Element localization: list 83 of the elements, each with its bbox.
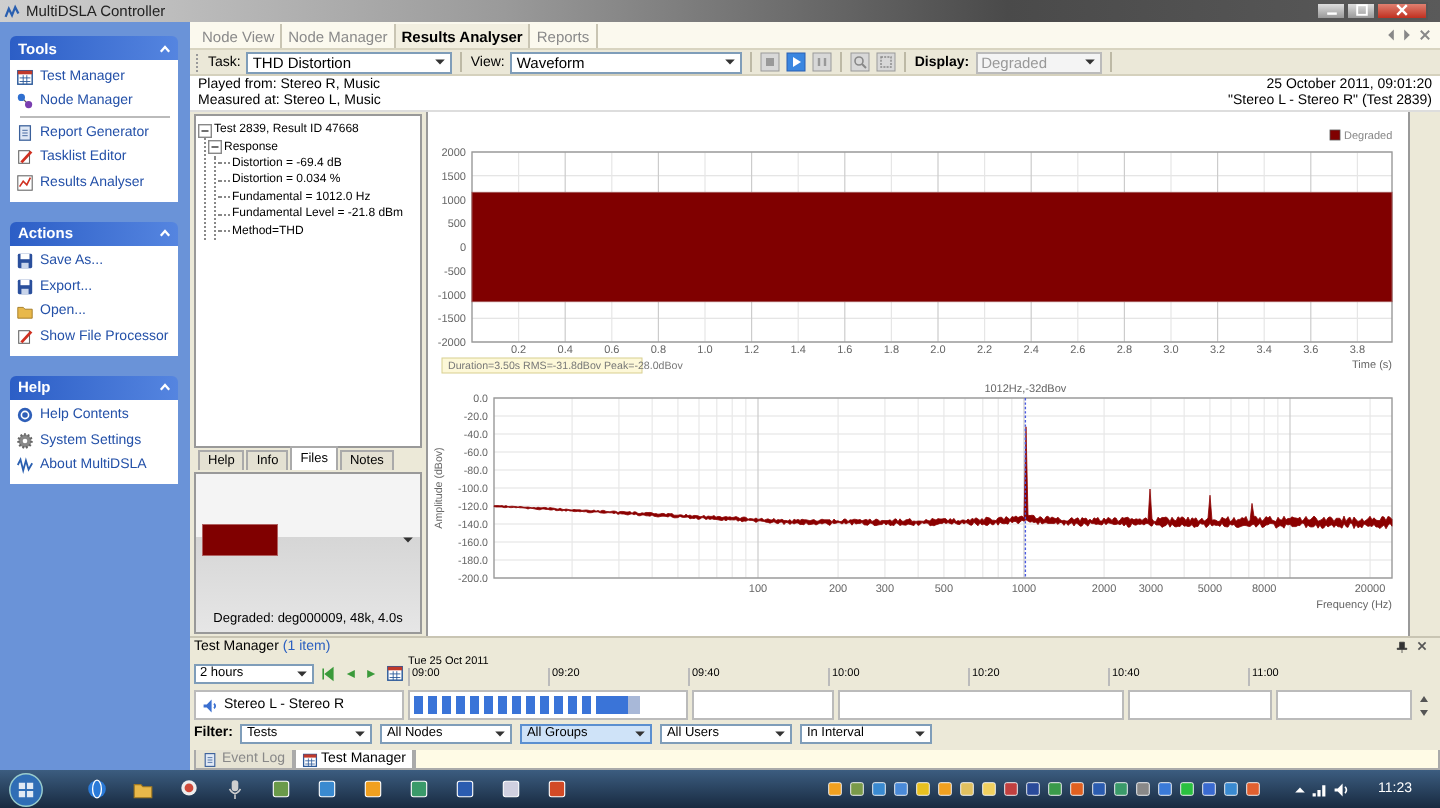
caret-icon [724, 58, 737, 66]
app-tile-icon[interactable] [1156, 780, 1174, 798]
magnifier-icon[interactable] [850, 52, 871, 72]
app-tile-icon[interactable] [1046, 780, 1064, 798]
app-tile-icon[interactable] [1134, 780, 1152, 798]
scroll-left-icon[interactable] [1386, 28, 1396, 42]
app-tile-icon[interactable] [1244, 780, 1262, 798]
app-tile-icon[interactable] [1112, 780, 1130, 798]
document-icon [202, 751, 218, 767]
pencil-icon [16, 327, 34, 346]
show-hidden-icon[interactable] [1294, 783, 1306, 795]
maximize-button[interactable] [1346, 1, 1376, 19]
app-tile-icon[interactable] [958, 780, 976, 798]
app-tile-icon[interactable] [1024, 780, 1042, 798]
chart-icon [16, 173, 34, 192]
app-tile-icon[interactable] [914, 780, 932, 798]
app-tile-icon[interactable] [870, 780, 888, 798]
app-tile-icon[interactable] [826, 780, 844, 798]
close-icon[interactable] [1416, 640, 1428, 652]
scroll-right-icon[interactable] [1402, 28, 1412, 42]
collapse-toggle[interactable] [198, 123, 212, 138]
app-icon [4, 3, 20, 19]
caret-icon [296, 669, 308, 677]
app-tile-icon[interactable] [892, 780, 910, 798]
app-tile-icon[interactable] [1200, 780, 1218, 798]
caret-icon [402, 536, 414, 544]
waveform-thumbnail [202, 524, 278, 556]
app-tile-icon[interactable] [408, 778, 430, 800]
app-tile-icon[interactable] [500, 778, 522, 800]
waveform-icon [16, 456, 34, 475]
folder-icon [16, 302, 34, 321]
right-arrow-icon[interactable] [364, 665, 380, 681]
play-icon[interactable] [786, 52, 807, 72]
pin-icon[interactable] [1396, 640, 1408, 654]
app-tile-icon[interactable] [1002, 780, 1020, 798]
pencil-icon [16, 148, 34, 167]
folder-icon[interactable] [132, 778, 154, 800]
app-tile-icon[interactable] [1068, 780, 1086, 798]
microphone-icon[interactable] [224, 778, 246, 800]
calendar-icon [301, 751, 318, 767]
first-page-icon[interactable] [320, 665, 336, 681]
app-tile-icon[interactable] [270, 778, 292, 800]
maximize-icon [1355, 4, 1367, 16]
signal-icon[interactable] [1310, 781, 1328, 797]
app-tile-icon[interactable] [1090, 780, 1108, 798]
close-button[interactable] [1376, 1, 1428, 19]
start-button[interactable] [8, 771, 44, 807]
app-tile-icon[interactable] [1178, 780, 1196, 798]
caret-icon [634, 729, 647, 737]
app-tile-icon[interactable] [848, 780, 866, 798]
timeline-cell [1276, 690, 1412, 720]
caret-icon [1083, 58, 1096, 66]
chat-icon[interactable] [178, 778, 200, 800]
timeline-cell [1128, 690, 1272, 720]
gear-icon [16, 431, 34, 450]
app-tile-icon[interactable] [1222, 780, 1240, 798]
collapse-toggle[interactable] [208, 140, 222, 155]
caret-icon [774, 729, 787, 737]
globe-icon[interactable] [86, 778, 108, 800]
app-tile-icon[interactable] [546, 778, 568, 800]
calendar-icon [16, 67, 34, 86]
help-icon [16, 406, 34, 425]
calendar-icon[interactable] [386, 664, 404, 682]
timeline-cell [692, 690, 834, 720]
caret-icon [914, 729, 927, 737]
document-icon [16, 123, 34, 142]
left-arrow-icon[interactable] [342, 665, 358, 681]
minimize-button[interactable] [1316, 1, 1346, 19]
close-icon [1396, 4, 1408, 16]
app-tile-icon[interactable] [454, 778, 476, 800]
speaker-icon[interactable] [1332, 781, 1350, 797]
speaker-icon [202, 697, 218, 713]
scroll-arrows-icon[interactable] [1418, 691, 1430, 719]
nodes-icon [16, 92, 34, 111]
app-tile-icon[interactable] [936, 780, 954, 798]
app-tile-icon[interactable] [362, 778, 384, 800]
app-tile-icon[interactable] [980, 780, 998, 798]
caret-icon [354, 729, 367, 737]
caret-icon [434, 58, 447, 66]
caret-icon [494, 729, 507, 737]
close-icon[interactable] [1418, 28, 1432, 42]
legend-swatch [1329, 129, 1341, 141]
app-tile-icon[interactable] [316, 778, 338, 800]
